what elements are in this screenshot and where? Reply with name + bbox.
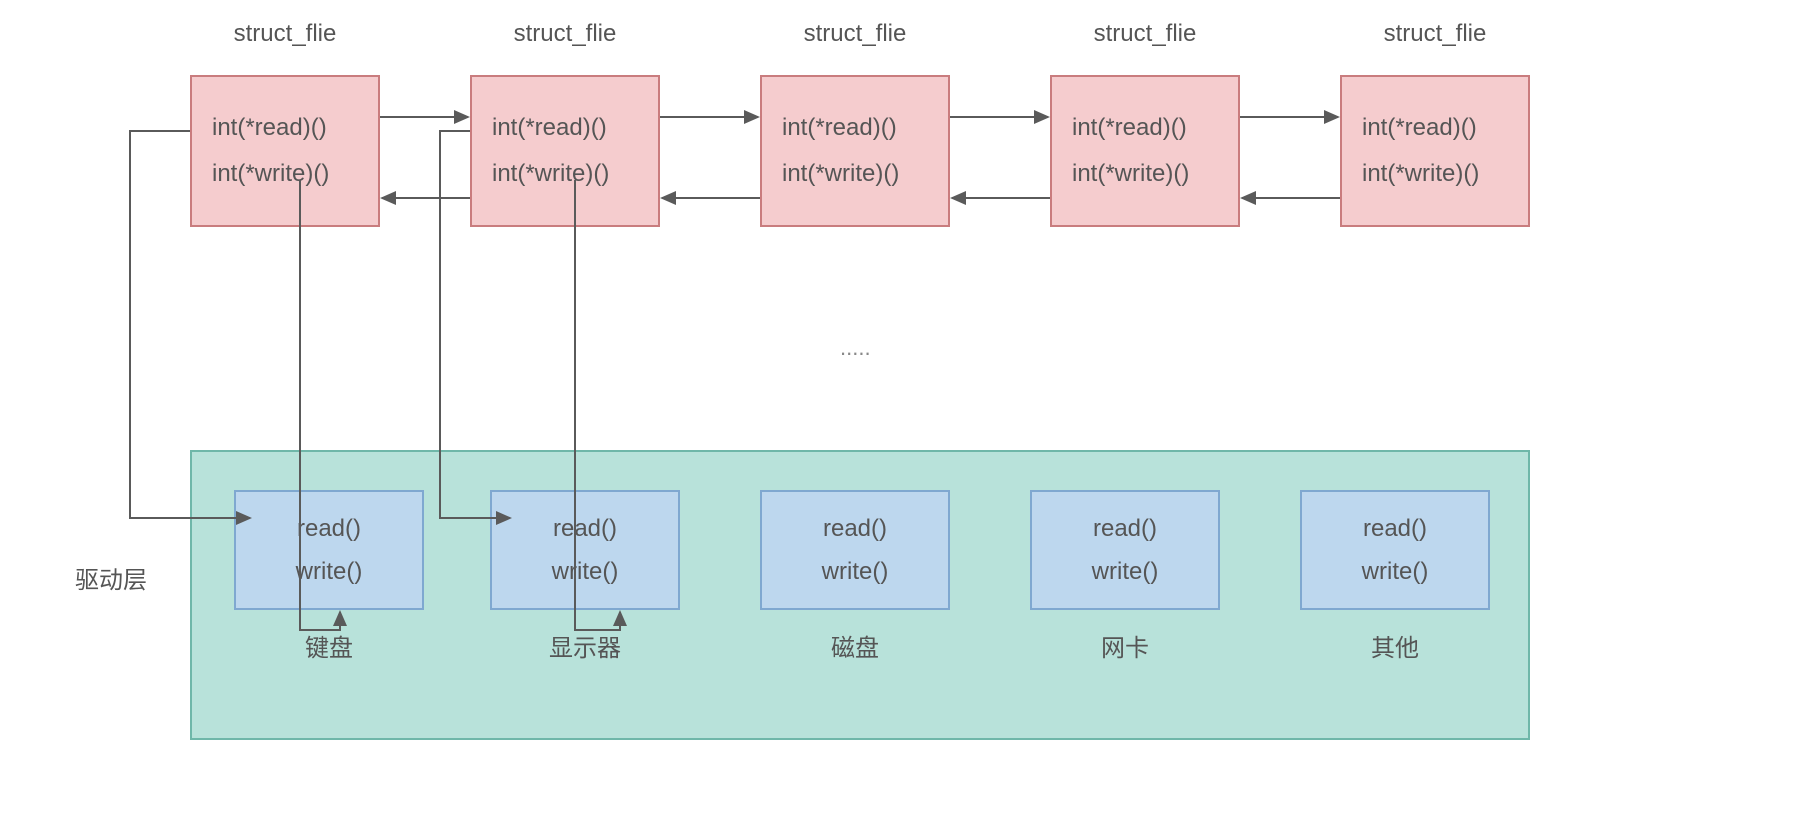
struct-write-2: int(*write)() — [782, 151, 948, 197]
device-box-disk: read() write() — [760, 490, 950, 610]
struct-write-4: int(*write)() — [1362, 151, 1528, 197]
device-label-monitor: 显示器 — [490, 628, 680, 663]
diagram-canvas: struct_flie struct_flie struct_flie stru… — [0, 0, 1820, 825]
device-label-nic: 网卡 — [1030, 628, 1220, 663]
struct-label-0: struct_flie — [190, 20, 380, 48]
ellipsis: ..... — [840, 335, 871, 361]
device-write-0: write() — [296, 550, 363, 593]
device-write-1: write() — [552, 550, 619, 593]
struct-read-4: int(*read)() — [1362, 105, 1528, 151]
struct-write-0: int(*write)() — [212, 151, 378, 197]
device-read-3: read() — [1093, 507, 1157, 550]
device-label-keyboard: 键盘 — [234, 628, 424, 663]
device-label-other: 其他 — [1300, 628, 1490, 663]
struct-box-2: int(*read)() int(*write)() — [760, 75, 950, 227]
struct-label-4: struct_flie — [1340, 20, 1530, 48]
device-write-2: write() — [822, 550, 889, 593]
struct-read-3: int(*read)() — [1072, 105, 1238, 151]
struct-box-3: int(*read)() int(*write)() — [1050, 75, 1240, 227]
device-box-keyboard: read() write() — [234, 490, 424, 610]
struct-box-4: int(*read)() int(*write)() — [1340, 75, 1530, 227]
device-read-4: read() — [1363, 507, 1427, 550]
driver-layer-label: 驱动层 — [75, 560, 147, 595]
device-box-nic: read() write() — [1030, 490, 1220, 610]
device-read-2: read() — [823, 507, 887, 550]
struct-write-3: int(*write)() — [1072, 151, 1238, 197]
struct-read-0: int(*read)() — [212, 105, 378, 151]
device-box-monitor: read() write() — [490, 490, 680, 610]
struct-label-2: struct_flie — [760, 20, 950, 48]
device-read-1: read() — [553, 507, 617, 550]
struct-label-3: struct_flie — [1050, 20, 1240, 48]
device-box-other: read() write() — [1300, 490, 1490, 610]
struct-read-1: int(*read)() — [492, 105, 658, 151]
struct-box-1: int(*read)() int(*write)() — [470, 75, 660, 227]
device-write-4: write() — [1362, 550, 1429, 593]
struct-read-2: int(*read)() — [782, 105, 948, 151]
struct-write-1: int(*write)() — [492, 151, 658, 197]
struct-box-0: int(*read)() int(*write)() — [190, 75, 380, 227]
device-read-0: read() — [297, 507, 361, 550]
device-write-3: write() — [1092, 550, 1159, 593]
struct-label-1: struct_flie — [470, 20, 660, 48]
device-label-disk: 磁盘 — [760, 628, 950, 663]
